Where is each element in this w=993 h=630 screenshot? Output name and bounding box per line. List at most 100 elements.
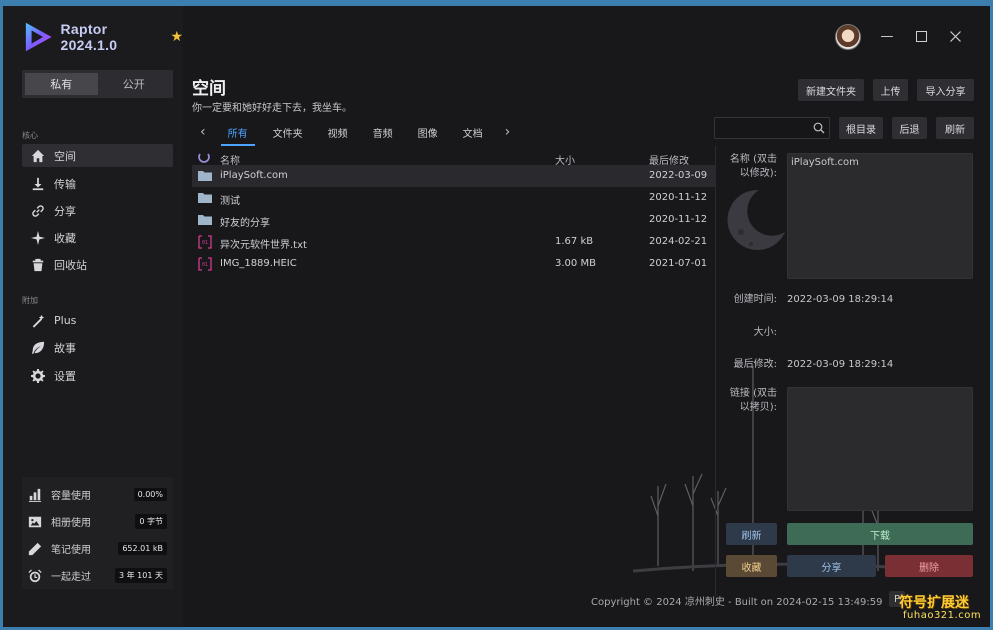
file-name: iPlaySoft.com [220,170,288,181]
tab-audio[interactable]: 音频 [373,118,393,146]
stat-label: 一起走过 [51,572,91,583]
magic-wand-icon [30,313,46,329]
file-name: 异次元软件世界.txt [220,240,307,251]
space-toggle: 私有 公开 [22,70,173,98]
search-input[interactable] [714,117,830,139]
file-modified: 2022-03-09 [649,170,708,181]
tab-image[interactable]: 图像 [418,118,438,146]
loading-icon [198,153,210,163]
watermark-url: fuhao321.com [903,610,982,621]
detail-name-box[interactable]: iPlaySoft.com [787,153,973,279]
raptor-logo-icon [25,22,52,52]
toggle-private[interactable]: 私有 [25,73,98,95]
pen-icon [28,542,42,556]
folder-icon [198,193,212,203]
detail-link-box[interactable] [787,387,973,511]
sidebar-item-share[interactable]: 分享 [22,199,173,222]
section-label-core: 核心 [22,131,38,140]
share-button[interactable]: 分享 [787,555,876,577]
new-folder-button[interactable]: 新建文件夹 [798,79,864,101]
stat-value: 0 字节 [135,514,167,529]
stat-album: 相册使用 0 字节 [22,508,173,535]
bar-chart-icon [28,488,42,502]
tabs-prev-icon[interactable]: ‹ [200,124,206,140]
sidebar-item-favorites[interactable]: 收藏 [22,226,173,249]
link-icon [30,203,46,219]
tab-docs[interactable]: 文档 [463,118,483,146]
tab-all[interactable]: 所有 [220,118,255,146]
sidebar-item-label: Plus [54,314,77,327]
detail-modified-value: 2022-03-09 18:29:14 [787,359,894,370]
detail-created-value: 2022-03-09 18:29:14 [787,294,894,305]
sidebar-item-space[interactable]: 空间 [22,144,173,167]
file-name: 测试 [220,196,240,207]
panel-divider [715,146,716,596]
sidebar-item-label: 收藏 [54,231,76,245]
sidebar-item-label: 回收站 [54,258,87,272]
stat-label: 容量使用 [51,491,91,502]
file-modified: 2024-02-21 [649,236,708,247]
sidebar-item-label: 空间 [54,149,76,163]
table-row[interactable]: 测试 2020-11-12 [192,187,715,209]
sidebar-item-settings[interactable]: 设置 [22,364,173,387]
close-icon[interactable] [947,28,963,44]
tab-video[interactable]: 视频 [328,118,348,146]
detail-name-value: iPlaySoft.com [791,157,859,168]
download-button[interactable]: 下载 [787,523,973,545]
folder-icon [198,215,212,225]
file-name: 好友的分享 [220,218,270,229]
alarm-clock-icon [28,568,42,583]
detail-created-label: 创建时间: [733,294,777,305]
tabs-next-icon[interactable]: › [505,124,511,140]
leaf-icon [30,340,46,356]
usage-stats: 容量使用 0.00% 相册使用 0 字节 笔记使用 652.01 kB 一起走过… [22,477,173,589]
sidebar-item-label: 分享 [54,204,76,218]
site-watermark: 符号扩展迷 fuhao321.com [891,590,990,627]
minimize-icon[interactable]: — [879,28,895,44]
user-avatar[interactable] [835,24,861,50]
sidebar-item-plus[interactable]: Plus [22,309,173,332]
sidebar-item-transfer[interactable]: 传输 [22,172,173,195]
app-window: Raptor 2024.1.0 ★ 私有 公开 核心 空间 传输 分享 收藏 回… [3,6,990,627]
trash-icon [30,257,46,273]
file-size: 1.67 kB [555,236,594,247]
file-size: 3.00 MB [555,258,596,269]
search-icon[interactable] [813,122,825,134]
maximize-icon[interactable] [913,28,929,44]
file-icon: 01 [198,257,212,271]
root-dir-button[interactable]: 根目录 [839,117,883,139]
stat-label: 笔记使用 [51,545,91,556]
table-row[interactable]: 01 异次元软件世界.txt 1.67 kB 2024-02-21 [192,231,715,253]
tab-folders[interactable]: 文件夹 [273,118,303,146]
toggle-public[interactable]: 公开 [98,73,171,95]
table-row[interactable]: iPlaySoft.com 2022-03-09 [192,165,715,187]
page-title: 空间 [192,79,226,99]
sparkle-icon [30,230,46,246]
detail-name-label: 名称 (双击以修改): [729,154,777,179]
refresh-detail-button[interactable]: 刷新 [726,523,777,545]
brand: Raptor 2024.1.0 ★ [23,20,183,54]
sidebar-item-label: 传输 [54,177,76,191]
file-modified: 2020-11-12 [649,192,708,203]
app-title: Raptor 2024.1.0 [60,21,118,53]
home-icon [30,148,46,164]
section-label-extra: 附加 [22,296,38,305]
delete-button[interactable]: 删除 [885,555,973,577]
import-share-button[interactable]: 导入分享 [917,79,974,101]
refresh-list-button[interactable]: 刷新 [936,117,974,139]
stat-capacity: 容量使用 0.00% [22,481,173,508]
file-name: IMG_1889.HEIC [220,258,297,269]
favorite-button[interactable]: 收藏 [726,555,777,577]
table-row[interactable]: 01 IMG_1889.HEIC 3.00 MB 2021-07-01 [192,253,715,275]
sidebar-item-label: 故事 [54,341,76,355]
watermark-title: 符号扩展迷 [899,595,969,611]
stat-value: 652.01 kB [118,542,167,555]
stat-value: 0.00% [133,488,167,501]
file-icon: 01 [198,235,212,249]
sidebar-item-story[interactable]: 故事 [22,336,173,359]
sidebar-item-trash[interactable]: 回收站 [22,253,173,276]
table-row[interactable]: 好友的分享 2020-11-12 [192,209,715,231]
detail-link-label: 链接 (双击以拷贝): [729,388,777,413]
back-button[interactable]: 后退 [892,117,927,139]
upload-button[interactable]: 上传 [873,79,908,101]
